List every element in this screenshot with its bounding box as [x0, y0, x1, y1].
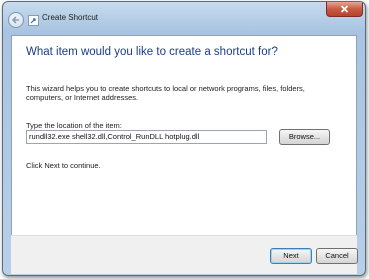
create-shortcut-window: Create Shortcut What item would you like… [2, 1, 366, 276]
back-arrow-icon [11, 16, 19, 24]
title-bar: Create Shortcut [3, 2, 365, 35]
back-button[interactable] [8, 12, 24, 28]
browse-button[interactable]: Browse... [279, 129, 330, 145]
next-button[interactable]: Next [270, 248, 312, 264]
close-icon [340, 5, 349, 13]
button-bar: Next Cancel [11, 235, 358, 274]
location-input[interactable]: rundll32.exe shell32.dll,Control_RunDLL … [26, 130, 267, 144]
close-button[interactable] [326, 2, 363, 17]
location-label: Type the location of the item: [26, 121, 122, 130]
window-title: Create Shortcut [42, 13, 99, 22]
continue-instruction: Click Next to continue. [26, 161, 101, 170]
wizard-content: What item would you like to create a sho… [11, 35, 357, 236]
shortcut-wizard-icon [28, 15, 39, 26]
cancel-button[interactable]: Cancel [316, 248, 358, 264]
wizard-heading: What item would you like to create a sho… [26, 46, 278, 58]
wizard-description: This wizard helps you to create shortcut… [26, 84, 305, 102]
